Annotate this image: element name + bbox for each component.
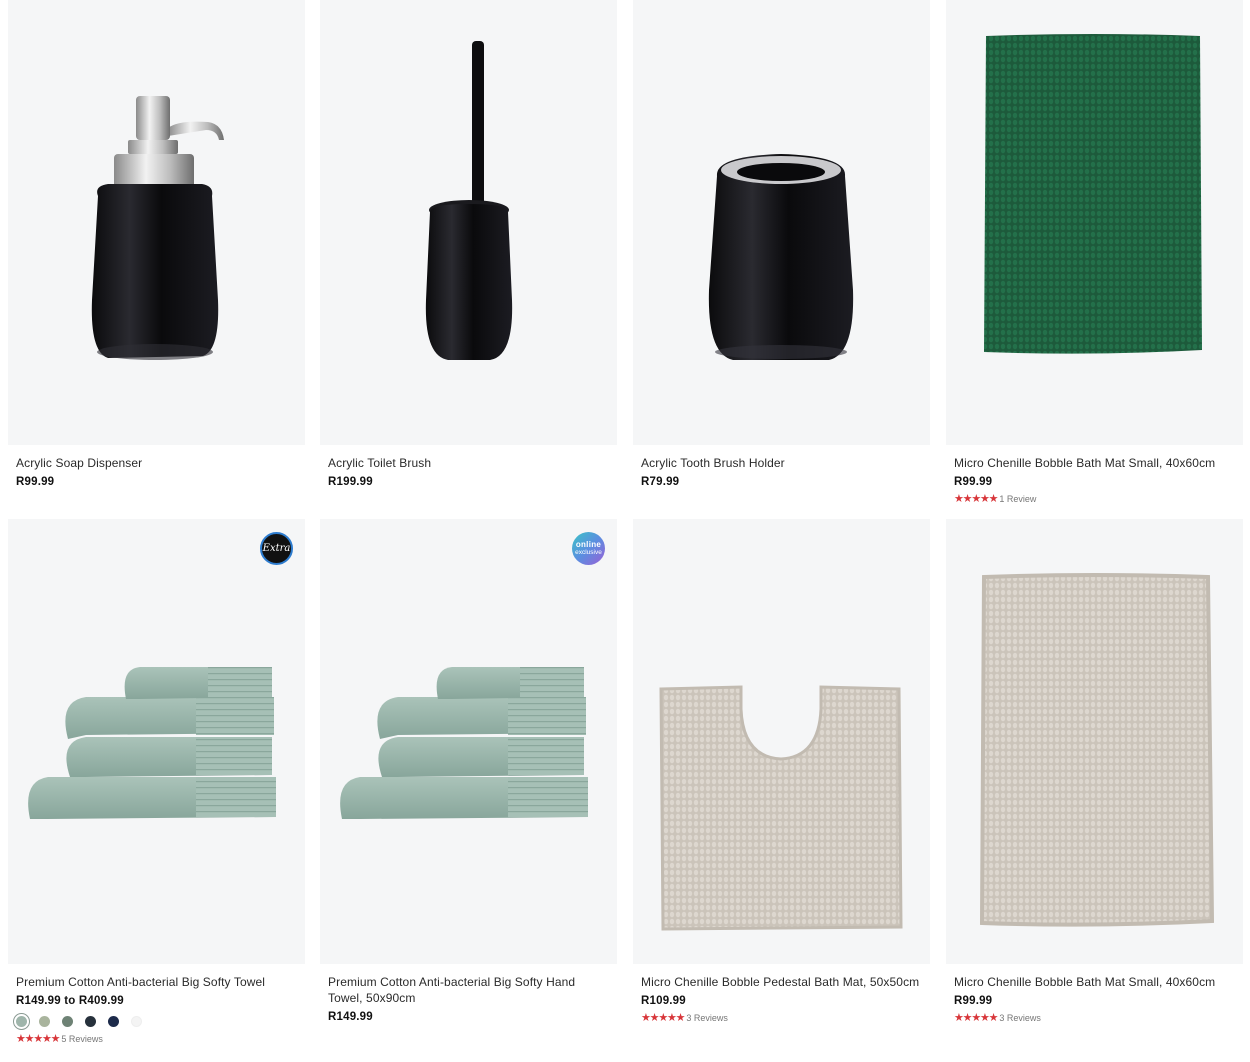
product-card[interactable]: Micro Chenille Bobble Pedestal Bath Mat,… [633,519,930,1024]
star-rating-icons: ★★★★★ [641,1012,686,1024]
star-rating-icons: ★★★★★ [954,493,999,505]
product-price: R99.99 [954,476,993,488]
online-exclusive-badge-icon: online exclusive [572,532,605,565]
product-rating: ★★★★★ 3 Reviews [954,1012,1235,1024]
green-bath-mat-image[interactable] [946,0,1243,445]
product-title[interactable]: Premium Cotton Anti-bacterial Big Softy … [16,974,297,990]
product-rating: ★★★★★ 3 Reviews [641,1012,922,1024]
product-card[interactable]: online exclusive Premium Cotton Anti-bac… [320,519,617,1023]
product-price: R149.99 to R409.99 [16,995,124,1007]
pedestal-mat-image[interactable] [633,519,930,964]
product-title[interactable]: Acrylic Toilet Brush [328,455,609,471]
product-title[interactable]: Micro Chenille Bobble Pedestal Bath Mat,… [641,974,922,990]
product-title[interactable]: Micro Chenille Bobble Bath Mat Small, 40… [954,455,1235,471]
product-price: R149.99 [328,1011,373,1023]
color-swatch-white[interactable] [131,1015,142,1027]
product-rating: ★★★★★ 5 Reviews [16,1033,297,1045]
hand-towel-stack-image[interactable]: online exclusive [320,519,617,964]
star-rating-icons: ★★★★★ [16,1033,61,1045]
towel-stack-image[interactable]: Extra [8,519,305,964]
product-price: R99.99 [954,995,993,1007]
product-title[interactable]: Premium Cotton Anti-bacterial Big Softy … [328,974,609,1006]
product-price: R99.99 [16,476,55,488]
extra-badge-icon: Extra [260,532,293,565]
product-card[interactable]: Acrylic Toilet Brush R199.99 [320,0,617,488]
product-card[interactable]: Extra Premium Cotton Anti-bacterial Big … [8,519,305,1045]
product-price: R79.99 [641,476,680,488]
color-swatch-olive[interactable] [39,1015,50,1027]
product-title[interactable]: Micro Chenille Bobble Bath Mat Small, 40… [954,974,1235,990]
product-rating: ★★★★★ 1 Review [954,493,1235,505]
star-rating-icons: ★★★★★ [954,1012,999,1024]
soap-dispenser-image[interactable] [8,0,305,445]
tooth-brush-holder-image[interactable] [633,0,930,445]
product-price: R109.99 [641,995,686,1007]
product-card[interactable]: Acrylic Tooth Brush Holder R79.99 [633,0,930,488]
color-swatch-sage[interactable] [13,1012,30,1030]
toilet-brush-image[interactable] [320,0,617,445]
color-swatch-navy[interactable] [108,1015,119,1027]
product-card[interactable]: Micro Chenille Bobble Bath Mat Small, 40… [946,0,1243,505]
product-title[interactable]: Acrylic Soap Dispenser [16,455,297,471]
color-swatches [13,1012,297,1030]
product-card[interactable]: Acrylic Soap Dispenser R99.99 [8,0,305,488]
beige-bath-mat-image[interactable] [946,519,1243,964]
review-count-link[interactable]: 3 Reviews [686,1013,728,1023]
color-swatch-charcoal[interactable] [85,1015,96,1027]
review-count-link[interactable]: 5 Reviews [61,1034,103,1044]
product-title[interactable]: Acrylic Tooth Brush Holder [641,455,922,471]
review-count-link[interactable]: 3 Reviews [999,1013,1041,1023]
product-price: R199.99 [328,476,373,488]
review-count-link[interactable]: 1 Review [999,494,1036,504]
product-card[interactable]: Micro Chenille Bobble Bath Mat Small, 40… [946,519,1243,1024]
color-swatch-green[interactable] [62,1015,73,1027]
